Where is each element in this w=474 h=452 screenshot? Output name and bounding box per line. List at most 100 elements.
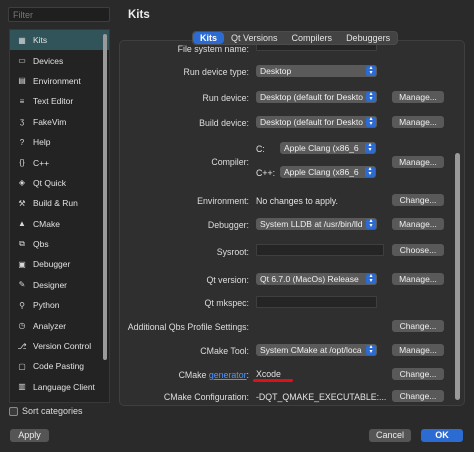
- sysroot-choose-button[interactable]: Choose...: [392, 244, 444, 256]
- compiler-c-value: Apple Clang (x86_6: [284, 143, 359, 153]
- chevron-updown-icon: ▴ ▾: [365, 166, 375, 177]
- kits-tab-bar: Kits Qt Versions Compilers Debuggers: [192, 31, 399, 45]
- environment-label: Environment:: [197, 196, 249, 206]
- sort-categories[interactable]: Sort categories: [9, 406, 83, 416]
- category-scrollbar[interactable]: [103, 34, 107, 360]
- compiler-manage-button[interactable]: Manage...: [392, 156, 444, 168]
- python-icon: ⚲: [19, 300, 25, 310]
- sidebar-item-label: Python: [33, 300, 60, 311]
- sysroot-field[interactable]: [256, 244, 384, 256]
- sidebar-item-label: Code Pasting: [33, 361, 85, 372]
- sidebar-item-devices[interactable]: ▭ Devices: [10, 50, 109, 70]
- sidebar-item-label: Environment: [33, 75, 81, 86]
- page-title: Kits: [128, 9, 150, 21]
- highlight-underline: [253, 379, 293, 382]
- category-list[interactable]: ▦ Kits ▭ Devices ▤ Environment ≡ Text Editor ʒ Fa…: [9, 29, 110, 403]
- qbs-icon: ⧉: [19, 239, 25, 249]
- sidebar-item-label: Kits: [33, 35, 48, 46]
- sidebar-item-c-[interactable]: {} C++: [10, 152, 109, 172]
- kits-icon: ▦: [18, 35, 26, 45]
- cmake-tool-select[interactable]: System CMake at /opt/loca ▴ ▾: [256, 344, 377, 356]
- tab-qt-versions[interactable]: Qt Versions: [224, 32, 285, 44]
- code-pasting-icon: ▢: [18, 361, 26, 371]
- cmake-generator-label-prefix: CMake: [178, 370, 209, 380]
- cpp-icon: {}: [19, 158, 25, 168]
- cmake-generator-label-colon: :: [246, 370, 249, 380]
- ok-button[interactable]: OK: [421, 429, 463, 442]
- sidebar-item-language-client[interactable]: ▥ Language Client: [10, 377, 109, 397]
- sort-categories-checkbox[interactable]: [9, 406, 18, 416]
- compiler-cpp-label: C++:: [256, 168, 276, 178]
- compiler-cpp-select[interactable]: Apple Clang (x86_6 ▴ ▾: [280, 166, 376, 178]
- sidebar-item-label: Devices: [33, 55, 64, 66]
- cmake-tool-manage-button[interactable]: Manage...: [392, 344, 444, 356]
- cmake-generator-link[interactable]: generator: [209, 370, 247, 380]
- settings-scrollbar[interactable]: [455, 153, 460, 400]
- debugger-manage-button[interactable]: Manage...: [392, 218, 444, 230]
- cancel-button[interactable]: Cancel: [369, 429, 411, 442]
- sidebar-item-text-editor[interactable]: ≡ Text Editor: [10, 91, 109, 111]
- run-device-manage-button[interactable]: Manage...: [392, 91, 444, 103]
- sidebar-item-kits[interactable]: ▦ Kits: [10, 30, 109, 51]
- sidebar-item-qt-quick[interactable]: ◈ Qt Quick: [10, 173, 109, 193]
- compiler-c-select[interactable]: Apple Clang (x86_6 ▴ ▾: [280, 142, 376, 154]
- sidebar-item-label: Qbs: [33, 239, 49, 250]
- qbs-profile-change-button[interactable]: Change...: [392, 320, 444, 332]
- sidebar-item-python[interactable]: ⚲ Python: [10, 295, 109, 315]
- help-icon: ?: [19, 137, 25, 147]
- sidebar-item-label: Help: [33, 137, 51, 148]
- sidebar-item-label: Language Client: [33, 381, 95, 392]
- tab-kits[interactable]: Kits: [193, 32, 225, 44]
- cmake-configuration-change-button[interactable]: Change...: [392, 390, 444, 402]
- cmake-generator-value: Xcode: [256, 369, 281, 379]
- sidebar-item-environment[interactable]: ▤ Environment: [10, 71, 109, 91]
- sysroot-label: Sysroot:: [216, 247, 249, 257]
- cmake-generator-label: CMake generator:: [179, 370, 249, 380]
- sidebar-item-analyzer[interactable]: ◷ Analyzer: [10, 315, 109, 335]
- apply-button[interactable]: Apply: [10, 429, 49, 442]
- qt-version-manage-button[interactable]: Manage...: [392, 273, 444, 285]
- chevron-updown-icon: ▴ ▾: [366, 116, 376, 127]
- environment-change-button[interactable]: Change...: [392, 194, 444, 206]
- sidebar-item-help[interactable]: ? Help: [10, 132, 109, 152]
- fakevim-icon: ʒ: [19, 117, 25, 127]
- chevron-updown-icon: ▴ ▾: [366, 91, 376, 102]
- file-system-name-label: File system name:: [177, 44, 249, 54]
- build-device-manage-button[interactable]: Manage...: [392, 116, 444, 128]
- build-device-select[interactable]: Desktop (default for Deskto ▴ ▾: [256, 116, 377, 128]
- sidebar-item-fakevim[interactable]: ʒ FakeVim: [10, 112, 109, 132]
- debugger-select[interactable]: System LLDB at /usr/bin/lld ▴ ▾: [256, 218, 377, 230]
- environment-icon: ▤: [18, 76, 26, 86]
- cmake-configuration-label: CMake Configuration:: [163, 392, 249, 402]
- qt-mkspec-label: Qt mkspec:: [204, 298, 249, 308]
- debugger-label: Debugger:: [207, 220, 249, 230]
- filter-input[interactable]: [8, 7, 110, 22]
- tab-compilers[interactable]: Compilers: [285, 32, 340, 44]
- qt-version-select[interactable]: Qt 6.7.0 (MacOs) Release ▴ ▾: [256, 273, 377, 285]
- designer-icon: ✎: [18, 280, 26, 290]
- chevron-updown-icon: ▴ ▾: [366, 344, 376, 355]
- cmake-tool-label: CMake Tool:: [200, 346, 249, 356]
- tab-debuggers[interactable]: Debuggers: [339, 32, 397, 44]
- sidebar-item-designer[interactable]: ✎ Designer: [10, 275, 109, 295]
- sidebar-item-cmake[interactable]: ▲ CMake: [10, 214, 109, 234]
- qbs-profile-label: Additional Qbs Profile Settings:: [127, 322, 249, 332]
- run-device-type-label: Run device type:: [183, 67, 249, 77]
- sidebar-item-label: Qt Quick: [33, 177, 67, 188]
- run-device-select[interactable]: Desktop (default for Deskto ▴ ▾: [256, 91, 377, 103]
- sidebar-item-version-control[interactable]: ⎇ Version Control: [10, 336, 109, 356]
- qt-mkspec-field[interactable]: [256, 296, 377, 308]
- cmake-generator-change-button[interactable]: Change...: [392, 368, 444, 380]
- sidebar-item-qbs[interactable]: ⧉ Qbs: [10, 234, 109, 254]
- chevron-updown-icon: ▴ ▾: [366, 65, 376, 76]
- sidebar-item-label: C++: [33, 157, 50, 168]
- run-device-label: Run device:: [202, 93, 249, 103]
- debugger-value: System LLDB at /usr/bin/lld: [260, 219, 363, 229]
- run-device-type-select[interactable]: Desktop ▴ ▾: [256, 65, 377, 77]
- sidebar-item-debugger[interactable]: ▣ Debugger: [10, 254, 109, 274]
- sidebar-item-label: FakeVim: [33, 116, 67, 127]
- compiler-cpp-value: Apple Clang (x86_6: [284, 167, 359, 177]
- sidebar-item-code-pasting[interactable]: ▢ Code Pasting: [10, 356, 109, 376]
- text-editor-icon: ≡: [19, 96, 25, 106]
- sidebar-item-build-run[interactable]: ⚒ Build & Run: [10, 193, 109, 213]
